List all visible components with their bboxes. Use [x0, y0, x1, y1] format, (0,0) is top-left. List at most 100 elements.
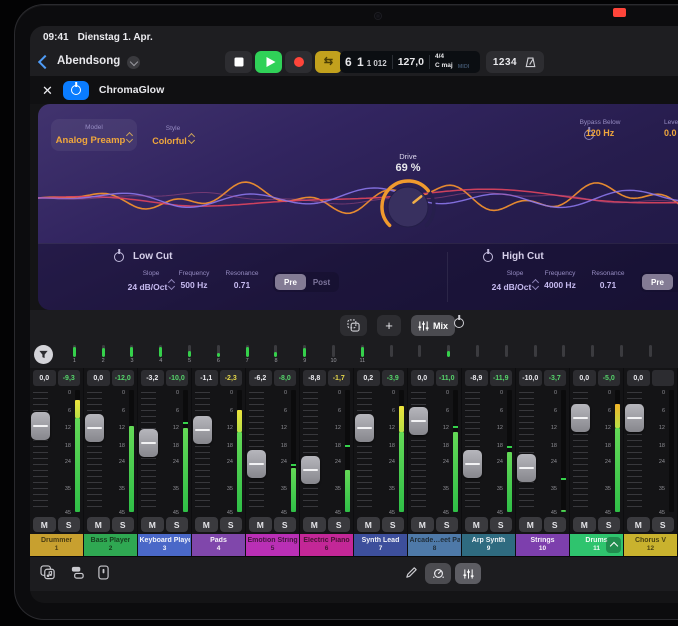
track-name-bar[interactable]: Emotion Strings5 — [246, 534, 299, 556]
pencil-icon[interactable] — [405, 566, 418, 584]
volume-value[interactable]: -2,3 — [220, 370, 243, 386]
fader-handle[interactable] — [355, 414, 374, 442]
record-button[interactable] — [285, 51, 312, 73]
model-selector[interactable]: Model Analog Preamp — [51, 119, 137, 151]
pre-button[interactable]: Pre — [642, 274, 673, 290]
project-menu-button[interactable] — [127, 56, 140, 69]
pan-value[interactable]: 0,0 — [87, 370, 110, 386]
track-name-bar[interactable]: Drums11 — [570, 534, 623, 556]
faders-view-button[interactable] — [455, 563, 481, 584]
solo-button[interactable]: S — [328, 517, 351, 532]
fader-handle[interactable] — [625, 404, 644, 432]
mute-button[interactable]: M — [573, 517, 596, 532]
play-button[interactable] — [255, 51, 282, 73]
mute-button[interactable]: M — [195, 517, 218, 532]
solo-button[interactable]: S — [58, 517, 81, 532]
fader-handle[interactable] — [571, 404, 590, 432]
fader-handle[interactable] — [409, 407, 428, 435]
volume-value[interactable]: -10,0 — [166, 370, 189, 386]
solo-button[interactable]: S — [166, 517, 189, 532]
track-name-bar[interactable]: Drummer1 — [30, 534, 83, 556]
mute-button[interactable]: M — [411, 517, 434, 532]
volume-value[interactable]: -3,9 — [382, 370, 405, 386]
track-name-bar[interactable]: Keyboard Player3 — [138, 534, 191, 556]
low-cut-power-icon[interactable] — [114, 252, 124, 262]
fader-handle[interactable] — [31, 412, 50, 440]
high-cut-power-icon[interactable] — [483, 252, 493, 262]
solo-button[interactable]: S — [544, 517, 567, 532]
mix-view-button[interactable]: Mix — [411, 315, 455, 336]
pan-value[interactable]: 0,0 — [411, 370, 434, 386]
duplicate-button[interactable] — [340, 315, 367, 336]
mixer-power-icon[interactable] — [454, 318, 464, 328]
bypass-below-control[interactable]: Bypass Below 120 Hz — [568, 119, 632, 138]
mute-button[interactable]: M — [33, 517, 56, 532]
volume-value[interactable]: -5,0 — [598, 370, 621, 386]
solo-button[interactable]: S — [652, 517, 675, 532]
post-button[interactable]: Post — [673, 274, 678, 290]
add-track-button[interactable]: + — [377, 315, 401, 336]
solo-button[interactable]: S — [490, 517, 513, 532]
cycle-button[interactable]: ⇆ — [315, 51, 342, 73]
fader-handle[interactable] — [301, 456, 320, 484]
low-cut-resonance[interactable]: Resonance 0.71 — [210, 270, 274, 290]
pan-value[interactable]: -6,2 — [249, 370, 272, 386]
style-selector[interactable]: Style Colorful — [138, 119, 208, 151]
pan-value[interactable]: -3,2 — [141, 370, 164, 386]
track-name-bar[interactable]: Chorus V12 — [624, 534, 677, 556]
pan-value[interactable]: 0,0 — [573, 370, 596, 386]
volume-value[interactable]: -11,0 — [436, 370, 459, 386]
track-filter-button[interactable] — [34, 345, 53, 364]
volume-value[interactable]: -3,7 — [544, 370, 567, 386]
pan-value[interactable]: -8,8 — [303, 370, 326, 386]
volume-value[interactable]: -9,3 — [58, 370, 81, 386]
mute-button[interactable]: M — [249, 517, 272, 532]
solo-button[interactable]: S — [220, 517, 243, 532]
volume-value[interactable]: -8,0 — [274, 370, 297, 386]
play-surface-icon[interactable] — [98, 565, 109, 585]
fader-handle[interactable] — [85, 414, 104, 442]
controls-view-button[interactable] — [425, 563, 451, 584]
mute-button[interactable]: M — [465, 517, 488, 532]
solo-button[interactable]: S — [274, 517, 297, 532]
solo-button[interactable]: S — [436, 517, 459, 532]
volume-value[interactable]: -1,7 — [328, 370, 351, 386]
track-name-bar[interactable]: Arcade…eet Pad8 — [408, 534, 461, 556]
track-name-bar[interactable]: Strings10 — [516, 534, 569, 556]
back-chevron-icon[interactable] — [38, 55, 52, 69]
fader-handle[interactable] — [517, 454, 536, 482]
volume-value[interactable] — [652, 370, 675, 386]
pre-button[interactable]: Pre — [275, 274, 306, 290]
track-name-bar[interactable]: Arp Synth9 — [462, 534, 515, 556]
fader-handle[interactable] — [139, 429, 158, 457]
level-control[interactable]: Level 0.0 — [664, 119, 678, 138]
volume-value[interactable]: -11,9 — [490, 370, 513, 386]
track-name-bar[interactable]: Bass Player2 — [84, 534, 137, 556]
pan-value[interactable]: -8,9 — [465, 370, 488, 386]
mute-button[interactable]: M — [627, 517, 650, 532]
mute-button[interactable]: M — [141, 517, 164, 532]
fader-handle[interactable] — [193, 416, 212, 444]
track-name-bar[interactable]: Pads4 — [192, 534, 245, 556]
mute-button[interactable]: M — [357, 517, 380, 532]
plugins-icon[interactable] — [70, 565, 85, 585]
pan-value[interactable]: -10,0 — [519, 370, 542, 386]
solo-button[interactable]: S — [382, 517, 405, 532]
pan-value[interactable]: -1,1 — [195, 370, 218, 386]
count-in-button[interactable]: 1234 — [493, 57, 517, 68]
fader-handle[interactable] — [247, 450, 266, 478]
project-title[interactable]: Abendsong — [57, 55, 120, 67]
mute-button[interactable]: M — [519, 517, 542, 532]
pan-value[interactable]: 0,0 — [627, 370, 650, 386]
track-name-bar[interactable]: Synth Lead7 — [354, 534, 407, 556]
solo-button[interactable]: S — [112, 517, 135, 532]
plugin-power-button[interactable] — [63, 81, 89, 100]
stop-button[interactable] — [225, 51, 252, 73]
fader-handle[interactable] — [463, 450, 482, 478]
loop-browser-icon[interactable] — [40, 565, 57, 585]
lcd-display[interactable]: 6 1 1 012 127,0 4/4C maj MIDI — [340, 51, 480, 73]
metronome-icon[interactable] — [524, 56, 537, 69]
track-name-bar[interactable]: Electric Piano6 — [300, 534, 353, 556]
expand-track-button[interactable] — [606, 537, 621, 553]
mute-button[interactable]: M — [87, 517, 110, 532]
